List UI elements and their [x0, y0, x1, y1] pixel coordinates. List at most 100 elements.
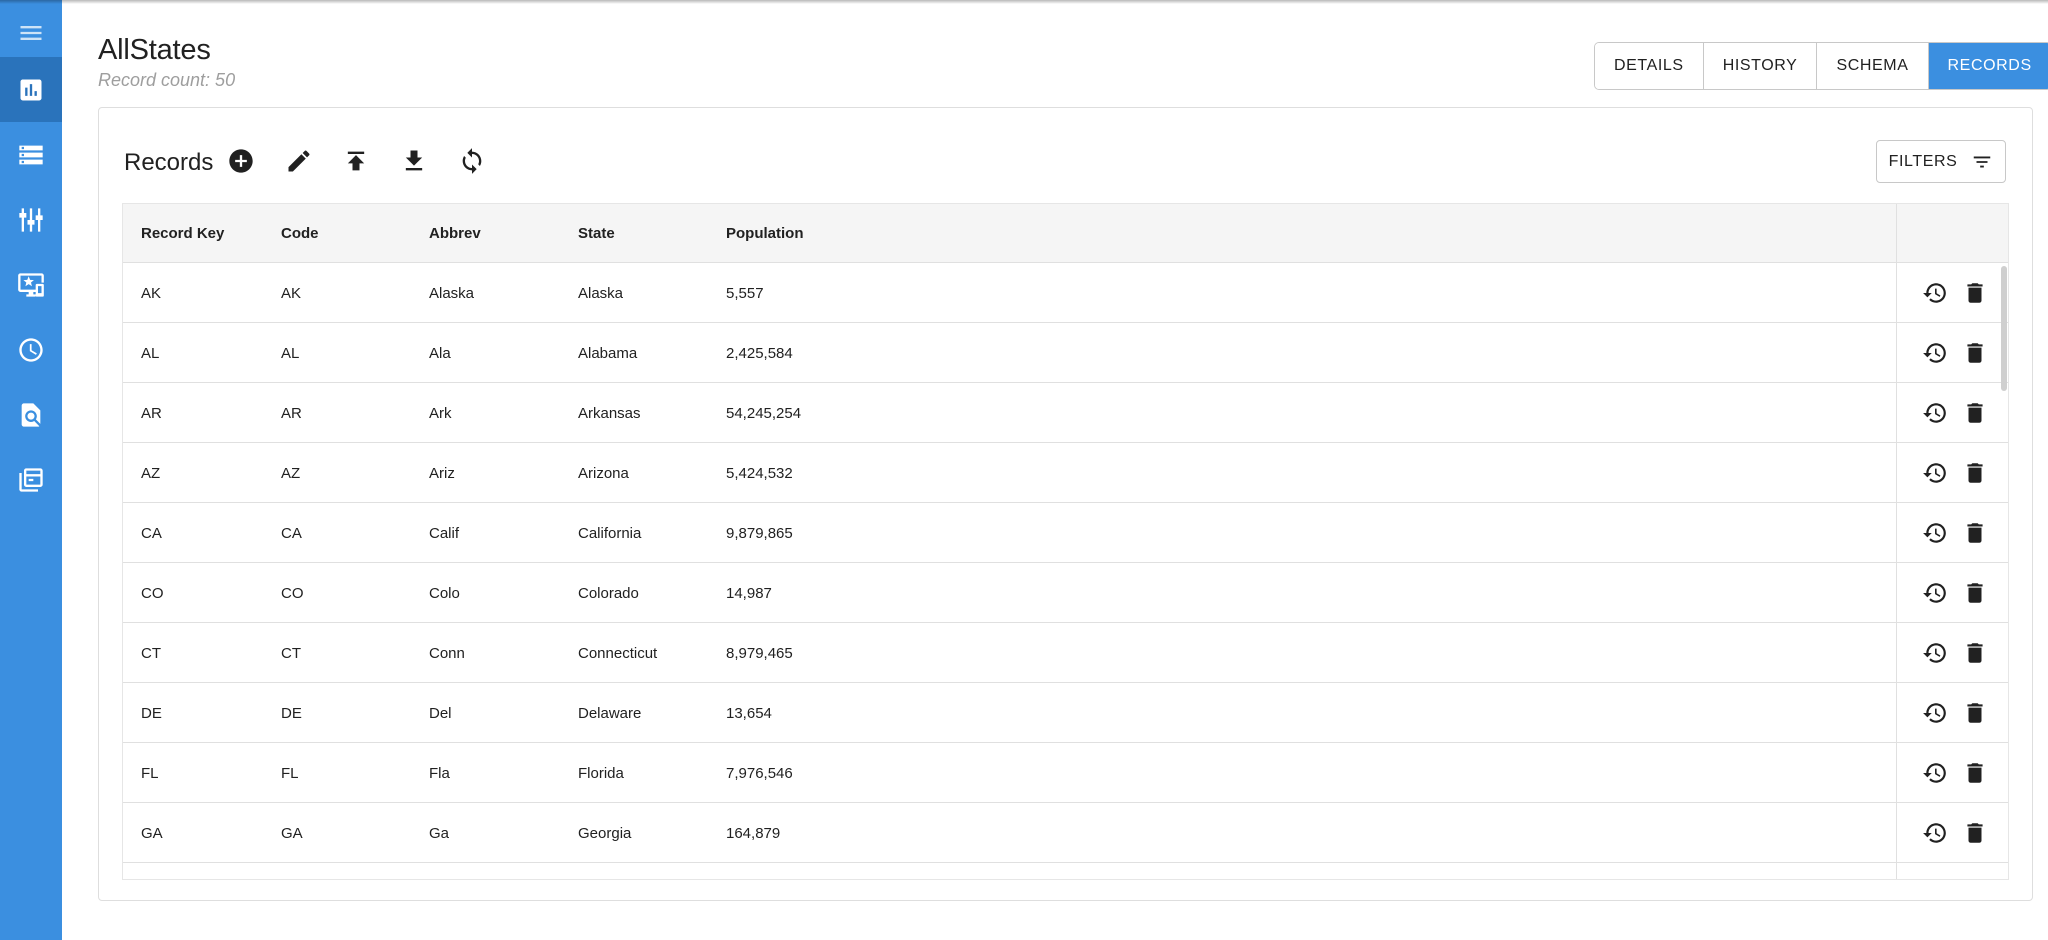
- table-header: Record Key Code Abbrev State Population: [123, 204, 2008, 263]
- cell-code: AK: [281, 284, 302, 302]
- cell-code: FL: [281, 764, 299, 782]
- cell-abbrev: Ga: [429, 824, 450, 842]
- cell-population: 5,424,532: [726, 464, 793, 482]
- cell-record-key: AL: [141, 344, 160, 362]
- column-header-state[interactable]: State: [578, 204, 615, 263]
- cell-state: Florida: [578, 764, 624, 782]
- find-in-page-icon: [21, 402, 41, 427]
- records-title: Records: [124, 149, 214, 176]
- cell-population: 9,879,865: [726, 524, 793, 542]
- cell-state: Alabama: [578, 344, 638, 362]
- cell-state: Connecticut: [578, 644, 658, 662]
- upload-icon: [347, 151, 365, 171]
- storage-icon: [19, 145, 43, 164]
- filters-label: FILTERS: [1888, 152, 1958, 170]
- page-title: AllStates: [98, 34, 211, 66]
- cell-state: Delaware: [578, 704, 642, 722]
- tab-schema[interactable]: SCHEMA: [1817, 43, 1929, 89]
- cell-abbrev: Alaska: [429, 284, 475, 302]
- cell-record-key: GA: [141, 824, 163, 842]
- clock-icon: [19, 337, 43, 362]
- cell-state: California: [578, 524, 642, 542]
- table-row[interactable]: AL AL Ala Alabama 2,425,584: [123, 323, 2008, 383]
- cell-code: CT: [281, 644, 301, 662]
- cell-record-key: AR: [141, 404, 162, 422]
- cell-record-key: CT: [141, 644, 161, 662]
- top-shadow: [0, 0, 2048, 4]
- table-row[interactable]: AZ AZ Ariz Arizona 5,424,532: [123, 443, 2008, 503]
- sidebar-item-library[interactable]: [0, 447, 62, 512]
- cell-code: CA: [281, 524, 302, 542]
- download-button[interactable]: [398, 145, 430, 177]
- table-row[interactable]: FL FL Fla Florida 7,976,546: [123, 743, 2008, 803]
- cell-record-key: AK: [141, 284, 162, 302]
- cell-code: AL: [281, 344, 300, 362]
- cell-abbrev: Ala: [429, 344, 451, 362]
- actions-column: [1896, 204, 2008, 879]
- column-header-abbrev[interactable]: Abbrev: [429, 204, 481, 263]
- sidebar-menu-button[interactable]: [0, 0, 62, 65]
- cell-state: Georgia: [578, 824, 632, 842]
- table-scrollbar-thumb[interactable]: [2001, 266, 2007, 391]
- cell-code: CO: [281, 584, 304, 602]
- tab-details[interactable]: DETAILS: [1595, 43, 1704, 89]
- download-icon: [405, 150, 423, 171]
- add-circle-icon: [229, 149, 253, 173]
- cell-code: AR: [281, 404, 302, 422]
- cell-record-key: CO: [141, 584, 164, 602]
- sidebar-item-schedule[interactable]: [0, 317, 62, 382]
- cell-record-key: CA: [141, 524, 162, 542]
- sidebar-item-controls[interactable]: [0, 187, 62, 252]
- cell-code: DE: [281, 704, 302, 722]
- table-row[interactable]: AR AR Ark Arkansas 54,245,254: [123, 383, 2008, 443]
- refresh-button[interactable]: [456, 145, 488, 177]
- cell-abbrev: Colo: [429, 584, 460, 602]
- cell-state: Alaska: [578, 284, 624, 302]
- table-row[interactable]: CO CO Colo Colorado 14,987: [123, 563, 2008, 623]
- sidebar-item-dashboard[interactable]: [0, 57, 62, 122]
- cell-abbrev: Ariz: [429, 464, 455, 482]
- cell-code: GA: [281, 824, 303, 842]
- cell-state: Arkansas: [578, 404, 641, 422]
- tab-records[interactable]: RECORDS: [1928, 43, 2048, 89]
- library-icon: [19, 467, 43, 492]
- cell-population: 13,654: [726, 704, 772, 722]
- sidebar-item-search[interactable]: [0, 382, 62, 447]
- cell-population: 164,879: [726, 824, 781, 842]
- cell-abbrev: Del: [429, 704, 452, 722]
- cell-population: 54,245,254: [726, 404, 802, 422]
- records-card: Records FILTERS Record Key Code Abbrev S…: [98, 107, 2033, 901]
- add-record-button[interactable]: [225, 145, 257, 177]
- table-row[interactable]: CA CA Calif California 9,879,865: [123, 503, 2008, 563]
- sidebar-item-display[interactable]: [0, 252, 62, 317]
- menu-icon: [20, 25, 42, 40]
- record-count: Record count: 50: [98, 70, 236, 90]
- cell-record-key: DE: [141, 704, 162, 722]
- column-header-code[interactable]: Code: [281, 204, 319, 263]
- cell-abbrev: Calif: [429, 524, 460, 542]
- sidebar: [0, 0, 62, 940]
- table-row[interactable]: AK AK Alaska Alaska 5,557: [123, 263, 2008, 323]
- tab-history[interactable]: HISTORY: [1703, 43, 1818, 89]
- column-header-record-key[interactable]: Record Key: [141, 204, 224, 263]
- cell-population: 14,987: [726, 584, 772, 602]
- cell-code: AZ: [281, 464, 301, 482]
- cell-population: 8,979,465: [726, 644, 793, 662]
- table-row[interactable]: CT CT Conn Connecticut 8,979,465: [123, 623, 2008, 683]
- records-table: Record Key Code Abbrev State Population …: [122, 203, 2009, 880]
- filters-button[interactable]: FILTERS: [1876, 140, 2006, 183]
- sidebar-item-storage[interactable]: [0, 122, 62, 187]
- bar-chart-icon: [20, 79, 42, 100]
- filter-list-icon: [1974, 156, 1991, 167]
- table-row[interactable]: DE DE Del Delaware 13,654: [123, 683, 2008, 743]
- table-row[interactable]: GA GA Ga Georgia 164,879: [123, 803, 2008, 863]
- upload-button[interactable]: [340, 145, 372, 177]
- column-header-population[interactable]: Population: [726, 204, 804, 263]
- cell-population: 2,425,584: [726, 344, 793, 362]
- monitor-star-icon: [18, 272, 44, 297]
- edit-button[interactable]: [283, 145, 315, 177]
- cell-population: 5,557: [726, 284, 764, 302]
- view-tabs: DETAILS HISTORY SCHEMA RECORDS: [1594, 42, 2048, 90]
- cell-record-key: AZ: [141, 464, 161, 482]
- cell-state: Arizona: [578, 464, 629, 482]
